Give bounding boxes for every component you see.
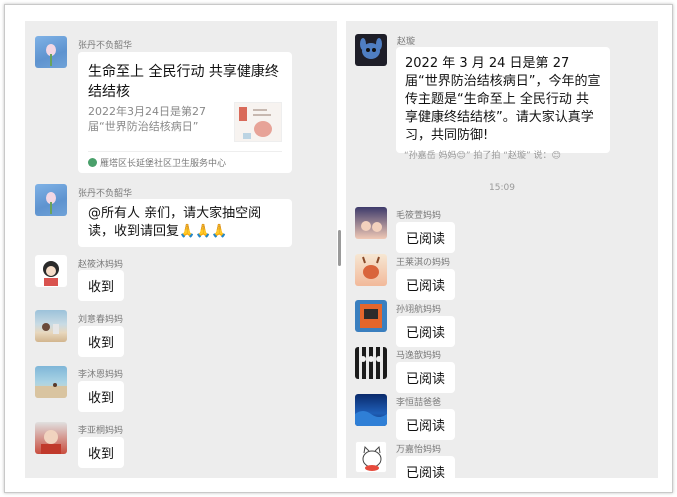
avatar[interactable] [355, 34, 387, 66]
card-divider [88, 151, 282, 152]
cartoon-deer-avatar-icon [362, 256, 380, 279]
lung-poster-thumbnail-icon [239, 107, 272, 139]
seaside-photo-avatar-icon [35, 383, 67, 398]
flower-avatar-icon [46, 44, 56, 66]
message-bubble[interactable]: 已阅读 [396, 222, 456, 253]
avatar[interactable] [35, 310, 67, 342]
avatar[interactable] [355, 254, 387, 286]
beach-photo-avatar-icon [42, 323, 59, 334]
sender-name: 李亚桐妈妈 [78, 426, 124, 436]
sender-name: 万嘉怡妈妈 [396, 445, 442, 455]
community-health-logo-icon [88, 158, 97, 167]
stitch-avatar-icon [360, 38, 382, 59]
left-chat-panel[interactable]: 张丹不负韶华 生命至上 全民行动 共享健康终结结核 2022年3月24日是第27… [25, 21, 337, 478]
sender-name: 王莱淇の妈妈 [396, 258, 451, 268]
screenshot-frame: 张丹不负韶华 生命至上 全民行动 共享健康终结结核 2022年3月24日是第27… [4, 4, 673, 493]
message-bubble[interactable]: 收到 [78, 270, 125, 301]
link-card[interactable]: 生命至上 全民行动 共享健康终结结核 2022年3月24日是第27届“世界防治结… [78, 52, 292, 173]
sender-name: 赵筱沐妈妈 [78, 260, 124, 270]
avatar[interactable] [35, 422, 67, 454]
sender-name: 张丹不负韶华 [78, 189, 133, 199]
card-description: 2022年3月24日是第27届“世界防治结核病日” [88, 105, 206, 133]
sender-name: 孙翊航妈妈 [396, 305, 442, 315]
sender-name: 李恒喆爸爸 [396, 398, 442, 408]
avatar[interactable] [35, 366, 67, 398]
message-bubble[interactable]: 已阅读 [396, 456, 456, 478]
avatar[interactable] [35, 255, 67, 287]
timestamp: 15:09 [489, 183, 515, 193]
avatar[interactable] [35, 36, 67, 68]
cartoon-cat-avatar-icon [362, 445, 382, 471]
right-chat-panel[interactable]: 赵璇 2022 年 3 月 24 日是第 27 届“世界防治结核病日”，今年的宣… [346, 21, 658, 478]
avatar[interactable] [355, 347, 387, 379]
message-bubble[interactable]: 已阅读 [396, 269, 456, 300]
group-photo-avatar-icon [360, 356, 382, 362]
avatar[interactable] [35, 184, 67, 216]
ocean-photo-avatar-icon [355, 411, 387, 426]
sender-name: 毛筱萱妈妈 [396, 211, 442, 221]
sender-name: 李沐恩妈妈 [78, 370, 124, 380]
card-source-label: 雁塔区长延堡社区卫生服务中心 [100, 159, 227, 169]
illustration-avatar-icon [360, 304, 382, 328]
sender-name: 刘意春妈妈 [78, 315, 124, 325]
scrollbar[interactable] [338, 230, 341, 266]
sender-name: 张丹不负韶华 [78, 41, 133, 51]
avatar[interactable] [355, 300, 387, 332]
flower-avatar-icon [46, 192, 56, 214]
message-bubble[interactable]: 收到 [78, 437, 125, 468]
avatar[interactable] [355, 441, 387, 473]
message-bubble[interactable]: 收到 [78, 381, 125, 412]
system-notice: “孙嘉岳 妈妈😊” 拍了拍 “赵璇” 说：😊 [404, 151, 561, 161]
message-bubble[interactable]: @所有人 亲们，请大家抽空阅读，收到请回复🙏🙏🙏 [78, 199, 292, 247]
card-source: 雁塔区长延堡社区卫生服务中心 [88, 156, 226, 169]
message-bubble[interactable]: 2022 年 3 月 24 日是第 27 届“世界防治结核病日”，今年的宣传主题… [396, 47, 610, 153]
card-thumbnail [234, 102, 282, 142]
avatar[interactable] [355, 394, 387, 426]
sender-name: 赵璇 [397, 37, 416, 47]
message-bubble[interactable]: 已阅读 [396, 316, 456, 347]
cartoon-girl-avatar-icon [43, 261, 59, 286]
message-bubble[interactable]: 已阅读 [396, 409, 456, 440]
card-title: 生命至上 全民行动 共享健康终结结核 [88, 64, 279, 100]
kids-photo-avatar-icon [361, 221, 382, 232]
child-photo-avatar-icon [41, 430, 61, 454]
avatar[interactable] [355, 207, 387, 239]
message-bubble[interactable]: 收到 [78, 326, 125, 357]
sender-name: 马逸歆妈妈 [396, 351, 442, 361]
message-bubble[interactable]: 已阅读 [396, 362, 456, 393]
